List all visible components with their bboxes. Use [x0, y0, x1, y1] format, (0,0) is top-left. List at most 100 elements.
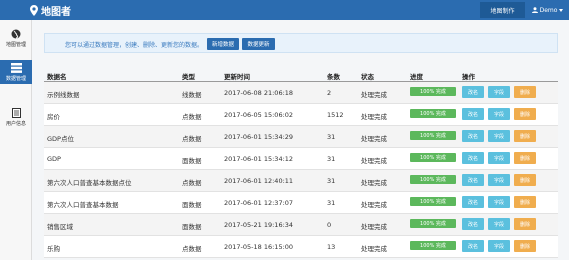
- progress-bar: 100% 完成: [410, 241, 456, 250]
- row-count: 31: [327, 133, 336, 141]
- new-data-button[interactable]: 新增数据: [207, 38, 239, 50]
- rename-button[interactable]: 改名: [462, 130, 484, 142]
- rename-button[interactable]: 改名: [462, 108, 484, 120]
- column-header-time: 更新时间: [224, 73, 250, 81]
- row-count: 31: [327, 199, 336, 207]
- field-button[interactable]: 字段: [488, 240, 510, 252]
- sidebar-item-label: 地图管理: [5, 41, 26, 48]
- delete-button[interactable]: 删除: [514, 174, 536, 186]
- row-type: 面数据: [182, 223, 202, 231]
- server-icon: [10, 63, 22, 74]
- column-header-progress: 进度: [410, 73, 423, 81]
- row-name: 示例线数据: [47, 91, 80, 99]
- row-name: GDP点位: [47, 135, 74, 143]
- rename-button[interactable]: 改名: [462, 86, 484, 98]
- row-status: 处理完成: [361, 91, 387, 99]
- rename-button[interactable]: 改名: [462, 240, 484, 252]
- table-row: GDP 面数据 2017-06-01 15:34:12 31 处理完成 100%…: [44, 148, 558, 170]
- delete-button[interactable]: 删除: [514, 86, 536, 98]
- delete-button[interactable]: 删除: [514, 130, 536, 142]
- column-header-name: 数据名: [47, 73, 67, 81]
- field-button[interactable]: 字段: [488, 196, 510, 208]
- field-button[interactable]: 字段: [488, 108, 510, 120]
- delete-button[interactable]: 删除: [514, 218, 536, 230]
- row-type: 点数据: [182, 135, 202, 143]
- map-making-nav[interactable]: 地图制作: [480, 2, 525, 18]
- field-button[interactable]: 字段: [488, 152, 510, 164]
- row-status: 处理完成: [361, 113, 387, 121]
- row-time: 2017-05-18 16:15:00: [224, 243, 294, 251]
- progress-bar: 100% 完成: [410, 131, 456, 140]
- row-type: 点数据: [182, 179, 202, 187]
- table-row: 销售区域 面数据 2017-05-21 19:16:34 0 处理完成 100%…: [44, 214, 558, 236]
- user-icon: [531, 7, 538, 13]
- column-header-type: 类型: [182, 73, 195, 81]
- row-status: 处理完成: [361, 157, 387, 165]
- table-row: 示例线数据 线数据 2017-06-08 21:06:18 2 处理完成 100…: [44, 82, 558, 104]
- table-row: 第六次人口普查基本数据点位 点数据 2017-06-01 12:40:11 31…: [44, 170, 558, 192]
- row-count: 2: [327, 89, 332, 97]
- row-name: 房价: [47, 113, 60, 121]
- user-name: Demo: [539, 6, 558, 14]
- update-data-button[interactable]: 数据更新: [242, 38, 275, 50]
- rename-button[interactable]: 改名: [462, 196, 484, 208]
- sidebar-item-map-management[interactable]: 地图管理: [0, 26, 32, 50]
- table-header: 数据名 类型 更新时间 条数 状态 进度 操作: [44, 67, 558, 82]
- top-navbar: 地图者 地图制作 Demo: [0, 0, 569, 20]
- progress-bar: 100% 完成: [410, 175, 456, 184]
- row-status: 处理完成: [361, 201, 387, 209]
- field-button[interactable]: 字段: [488, 174, 510, 186]
- delete-button[interactable]: 删除: [514, 152, 536, 164]
- row-time: 2017-06-01 12:37:07: [224, 199, 294, 207]
- row-type: 点数据: [182, 113, 202, 121]
- delete-button[interactable]: 删除: [514, 108, 536, 120]
- sidebar-item-label: 用户信息: [5, 120, 26, 127]
- row-time: 2017-06-01 15:34:29: [224, 133, 294, 141]
- app-title: 地图者: [41, 6, 71, 18]
- row-name: 乐购: [47, 245, 60, 253]
- progress-bar: 100% 完成: [410, 219, 456, 228]
- row-name: 第六次人口普查基本数据: [47, 201, 119, 209]
- progress-bar: 100% 完成: [410, 197, 456, 206]
- sidebar-item-data-management[interactable]: 数据管理: [0, 60, 32, 84]
- column-header-count: 条数: [327, 73, 340, 81]
- field-button[interactable]: 字段: [488, 86, 510, 98]
- row-status: 处理完成: [361, 223, 387, 231]
- row-name: 第六次人口普查基本数据点位: [47, 179, 132, 187]
- row-time: 2017-05-21 19:16:34: [224, 221, 294, 229]
- user-menu[interactable]: Demo: [526, 2, 569, 18]
- row-type: 面数据: [182, 201, 202, 209]
- row-type: 点数据: [182, 245, 202, 253]
- progress-bar: 100% 完成: [410, 87, 456, 96]
- sidebar: 地图管理 数据管理 用户信息: [0, 20, 32, 260]
- rename-button[interactable]: 改名: [462, 174, 484, 186]
- table-row: GDP点位 点数据 2017-06-01 15:34:29 31 处理完成 10…: [44, 126, 558, 148]
- row-time: 2017-06-01 15:34:12: [224, 155, 294, 163]
- row-name: GDP: [47, 155, 61, 163]
- row-count: 0: [327, 221, 332, 229]
- table-row: 第六次人口普查基本数据 面数据 2017-06-01 12:37:07 31 处…: [44, 192, 558, 214]
- progress-bar: 100% 完成: [410, 153, 456, 162]
- map-pin-icon: [30, 4, 38, 16]
- row-count: 1512: [327, 111, 344, 119]
- row-count: 31: [327, 177, 336, 185]
- rename-button[interactable]: 改名: [462, 152, 484, 164]
- row-type: 线数据: [182, 91, 202, 99]
- row-count: 31: [327, 155, 336, 163]
- sidebar-item-label: 数据管理: [5, 75, 26, 82]
- field-button[interactable]: 字段: [488, 218, 510, 230]
- row-status: 处理完成: [361, 179, 387, 187]
- delete-button[interactable]: 删除: [514, 196, 536, 208]
- progress-bar: 100% 完成: [410, 109, 456, 118]
- info-bar: 您可以通过数据管理，创建、删除、更新您的数据。 新增数据 数据更新: [44, 33, 558, 53]
- field-button[interactable]: 字段: [488, 130, 510, 142]
- table-row: 房价 点数据 2017-06-05 15:06:02 1512 处理完成 100…: [44, 104, 558, 126]
- delete-button[interactable]: 删除: [514, 240, 536, 252]
- row-type: 面数据: [182, 157, 202, 165]
- rename-button[interactable]: 改名: [462, 218, 484, 230]
- row-status: 处理完成: [361, 245, 387, 253]
- row-status: 处理完成: [361, 135, 387, 143]
- sidebar-item-user-info[interactable]: 用户信息: [0, 105, 32, 129]
- brand[interactable]: 地图者: [30, 3, 71, 18]
- table-row: 乐购 点数据 2017-05-18 16:15:00 13 处理完成 100% …: [44, 236, 558, 258]
